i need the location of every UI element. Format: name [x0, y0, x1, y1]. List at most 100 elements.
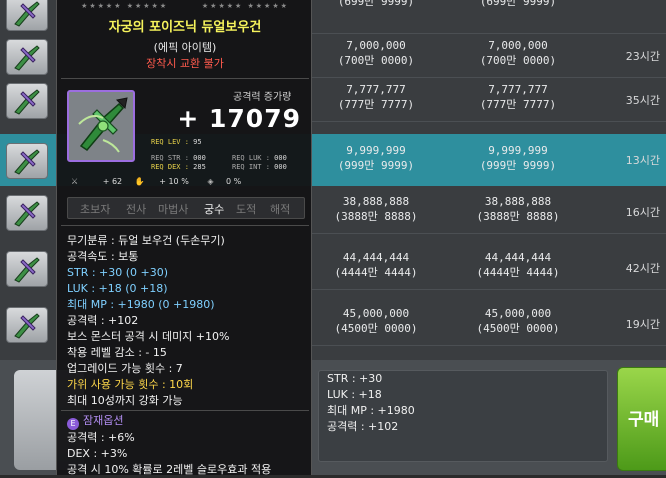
dual-bowgun-icon [14, 89, 40, 115]
time-left: 23시간 [625, 50, 660, 63]
stat-line: 최대 MP : +1980 [327, 404, 415, 417]
shield-icon: ◈ [207, 177, 214, 186]
item-slot[interactable] [6, 195, 48, 231]
item-slot[interactable] [6, 307, 48, 343]
price-column-b: 7,777,777 (777만 7777) [479, 83, 557, 111]
time-left: 19시간 [625, 318, 660, 331]
item-slot[interactable] [6, 39, 48, 75]
time-left: 42시간 [625, 262, 660, 275]
job-magician: 마법사 [158, 203, 189, 216]
desc-line: 공격속도 : 보통 [67, 250, 139, 263]
star-force-icon: ★★★★★ ★★★★★ ★★★★★ ★★★★★ [81, 2, 289, 10]
req-dex: REQ DEX : 285 [151, 163, 206, 171]
desc-line: 가위 사용 가능 횟수 : 10회 [67, 378, 194, 391]
req-luk: REQ LUK : 000 [232, 154, 287, 162]
price-column-b: 45,000,000 (4500만 0000) [476, 307, 560, 335]
price-column-a: 7,000,000 (700만 0000) [337, 39, 415, 67]
desc-line: 무기분류 : 듀얼 보우건 (두손무기) [67, 234, 225, 247]
dual-bowgun-icon [78, 97, 128, 153]
req-int: REQ INT : 000 [232, 163, 287, 171]
row-divider [312, 289, 666, 290]
potential-line: 공격력 : +6% [67, 431, 135, 444]
desc-line: 공격력 : +102 [67, 314, 139, 327]
price-column-a: 7,777,777 (777만 7777) [337, 83, 415, 111]
price-column-b: 7,000,000 (700만 0000) [479, 39, 557, 67]
potential-options: E 잠재옵션 공격력 : +6% DEX : +3% 공격 시 10% 확률로 2… [67, 413, 307, 478]
dual-bowgun-icon [14, 45, 40, 71]
attack-increase-value: + 17079 [177, 104, 301, 133]
mini-stat-a: + 62 [102, 177, 123, 186]
price-column-b: 9,999,999 (999만 9999) [479, 144, 557, 172]
desc-line: 착용 레벨 감소 : - 15 [67, 346, 167, 359]
dual-bowgun-icon [14, 313, 40, 339]
item-description: 무기분류 : 듀얼 보우건 (두손무기) 공격속도 : 보통 STR : +30… [67, 233, 307, 409]
stats-panel: STR : +30 LUK : +18 최대 MP : +1980 공격력 : … [318, 370, 608, 462]
desc-line: 최대 MP : +1980 (0 +1980) [67, 298, 215, 311]
desc-line: 보스 몬스터 공격 시 데미지 +10% [67, 330, 230, 343]
potential-title: E 잠재옵션 [67, 413, 307, 430]
price-column-b: 44,444,444 (4444만 4444) [476, 251, 560, 279]
price-column-a: 44,444,444 (4444만 4444) [334, 251, 418, 279]
epic-potential-icon: E [67, 418, 79, 430]
dual-bowgun-icon [14, 1, 40, 27]
item-slot[interactable] [6, 251, 48, 287]
req-luk-value: 000 [274, 154, 287, 162]
item-slot[interactable] [6, 83, 48, 119]
price-column-a: (699만 9999) [337, 0, 415, 8]
dual-bowgun-icon [14, 149, 40, 175]
desc-line: 업그레이드 가능 횟수 : 7 [67, 362, 183, 375]
mini-stat-b: + 10 % [159, 177, 189, 186]
req-str-value: 000 [193, 154, 206, 162]
time-left: 16시간 [625, 206, 660, 219]
divider [61, 78, 309, 79]
trade-note: 장착시 교환 불가 [146, 57, 224, 70]
price-column-b: 38,888,888 (3888만 8888) [476, 195, 560, 223]
req-dex-value: 285 [193, 163, 206, 171]
potential-line: DEX : +3% [67, 447, 128, 460]
price-column-b: (699만 9999) [479, 0, 557, 8]
dual-bowgun-icon [14, 201, 40, 227]
req-int-label: REQ INT : [232, 163, 270, 171]
req-str: REQ STR : 000 [151, 154, 206, 162]
row-divider [312, 233, 666, 234]
req-luk-label: REQ LUK : [232, 154, 270, 162]
price-column-a: 38,888,888 (3888만 8888) [334, 195, 418, 223]
job-beginner: 초보자 [80, 203, 111, 216]
item-name: 자궁의 포이즈닉 듀얼보우건 [108, 20, 262, 35]
job-archer: 궁수 [204, 203, 225, 216]
item-slot[interactable] [6, 0, 48, 31]
item-tooltip: ★★★★★ ★★★★★ ★★★★★ ★★★★★ 자궁의 포이즈닉 듀얼보우건 (… [56, 0, 312, 478]
job-thief: 도적 [236, 203, 257, 216]
job-requirements: 초보자 전사 마법사 궁수 도적 해적 [67, 197, 305, 219]
req-dex-label: REQ DEX : [151, 163, 189, 171]
job-warrior: 전사 [126, 203, 147, 216]
buy-button[interactable]: 구매 [617, 367, 666, 471]
item-grade: (에픽 아이템) [153, 41, 217, 54]
item-slot[interactable] [6, 143, 48, 179]
req-level-value: 95 [193, 138, 202, 146]
job-pirate: 해적 [270, 203, 291, 216]
price-column-a: 45,000,000 (4500만 0000) [334, 307, 418, 335]
req-level: REQ LEV : 95 [151, 138, 202, 146]
req-int-value: 000 [274, 163, 287, 171]
row-divider [312, 121, 666, 122]
divider [61, 225, 309, 226]
mini-stats: ⚔ + 62 ✋ + 10 % ◈ 0 % [71, 177, 301, 186]
time-left: 13시간 [625, 154, 660, 167]
price-column-a: 9,999,999 (999만 9999) [337, 144, 415, 172]
desc-line: STR : +30 (0 +30) [67, 266, 169, 279]
dual-bowgun-icon [14, 257, 40, 283]
req-level-label: REQ LEV : [151, 138, 189, 146]
attack-increase-label: 공격력 증가량 [233, 92, 292, 103]
stat-line: LUK : +18 [327, 388, 382, 401]
potential-line: 공격 시 10% 확률로 2레벨 슬로우효과 적용 [67, 463, 272, 476]
mini-stat-c: 0 % [226, 177, 242, 186]
stat-line: 공격력 : +102 [327, 420, 399, 433]
divider [61, 410, 309, 411]
desc-line: 최대 10성까지 강화 가능 [67, 394, 183, 407]
claw-icon: ⚔ [71, 177, 79, 186]
time-left: 35시간 [625, 94, 660, 107]
row-divider [312, 345, 666, 346]
req-str-label: REQ STR : [151, 154, 189, 162]
desc-line: LUK : +18 (0 +18) [67, 282, 168, 295]
